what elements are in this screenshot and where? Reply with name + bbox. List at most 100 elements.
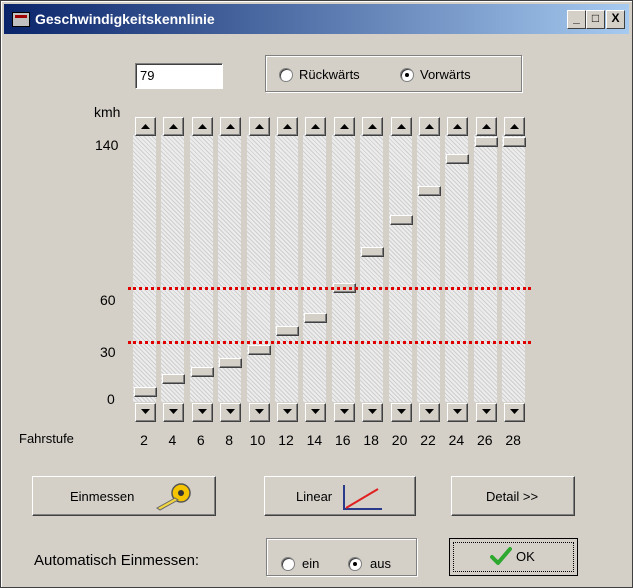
slider-up-button[interactable] <box>333 117 355 136</box>
arrow-up-icon <box>368 124 378 129</box>
speed-value-input[interactable]: 79 <box>135 63 223 89</box>
arrow-down-icon <box>311 409 321 414</box>
app-icon <box>12 12 30 27</box>
x-tick-label: 14 <box>306 432 323 448</box>
arrow-up-icon <box>481 124 491 129</box>
slider-up-button[interactable] <box>447 117 469 136</box>
slider-up-button[interactable] <box>504 117 526 136</box>
radio-auto-aus[interactable] <box>348 557 362 571</box>
arrow-down-icon <box>141 409 150 414</box>
arrow-up-icon <box>510 124 520 129</box>
slider-up-button[interactable] <box>419 117 440 136</box>
slider-up-button[interactable] <box>277 117 298 136</box>
x-tick-label: 2 <box>140 432 148 448</box>
slider-up-button[interactable] <box>305 117 327 136</box>
slider-down-button[interactable] <box>447 403 469 422</box>
arrow-down-icon <box>254 409 264 414</box>
slider-track[interactable] <box>473 134 497 402</box>
slider-down-button[interactable] <box>163 403 185 422</box>
arrow-down-icon <box>510 409 520 414</box>
slider-thumb[interactable] <box>162 374 186 384</box>
slider-up-button[interactable] <box>248 117 270 136</box>
slider-up-button[interactable] <box>163 117 185 136</box>
linear-button[interactable]: Linear <box>264 476 416 516</box>
linear-label: Linear <box>296 489 333 504</box>
slider-down-button[interactable] <box>277 403 298 422</box>
slider-down-button[interactable] <box>390 403 412 422</box>
y-tick-60: 60 <box>100 292 116 308</box>
slider-thumb[interactable] <box>474 137 498 147</box>
slider-thumb[interactable] <box>418 186 441 196</box>
radio-vorwaerts[interactable] <box>400 68 414 82</box>
x-tick-label: 28 <box>505 432 521 448</box>
arrow-down-icon <box>425 409 434 414</box>
slider-up-button[interactable] <box>390 117 412 136</box>
slider-thumb[interactable] <box>304 313 328 323</box>
arrow-down-icon <box>453 409 463 414</box>
check-icon <box>490 546 512 571</box>
slider-up-button[interactable] <box>362 117 384 136</box>
arrow-down-icon <box>197 409 207 414</box>
slider-track[interactable] <box>417 134 440 402</box>
slider-thumb[interactable] <box>190 367 214 377</box>
slider-down-button[interactable] <box>504 403 526 422</box>
ok-button[interactable]: OK <box>449 538 578 576</box>
auto-einmessen-label: Automatisch Einmessen: <box>34 552 200 569</box>
y-unit-label: kmh <box>94 104 121 120</box>
slider-thumb[interactable] <box>276 326 299 336</box>
reference-line <box>128 341 531 344</box>
arrow-up-icon <box>283 124 292 129</box>
x-tick-label: 16 <box>335 432 351 448</box>
arrow-up-icon <box>197 124 207 129</box>
slider-track[interactable] <box>331 134 355 402</box>
slider-down-button[interactable] <box>475 403 497 422</box>
einmessen-button[interactable]: Einmessen <box>32 476 216 516</box>
slider-track[interactable] <box>502 134 526 402</box>
slider-up-button[interactable] <box>191 117 213 136</box>
slider-thumb[interactable] <box>134 387 157 397</box>
slider-thumb[interactable] <box>389 215 413 225</box>
slider-thumb[interactable] <box>361 247 385 257</box>
slider-thumb[interactable] <box>446 154 470 164</box>
slider-track[interactable] <box>161 134 185 402</box>
slider-track[interactable] <box>388 134 412 402</box>
radio-rueckwaerts[interactable] <box>279 68 293 82</box>
slider-down-button[interactable] <box>333 403 355 422</box>
minimize-button[interactable]: _ <box>567 10 586 29</box>
slider-thumb[interactable] <box>219 358 243 368</box>
slider-track[interactable] <box>189 134 213 402</box>
arrow-down-icon <box>368 409 378 414</box>
einmessen-label: Einmessen <box>70 489 135 504</box>
slider-up-button[interactable] <box>220 117 242 136</box>
arrow-down-icon <box>169 409 179 414</box>
y-tick-140: 140 <box>95 137 119 153</box>
radio-vorwaerts-label: Vorwärts <box>420 67 471 82</box>
ok-label: OK <box>516 549 535 564</box>
slider-thumb[interactable] <box>247 345 271 355</box>
detail-button[interactable]: Detail >> <box>451 476 575 516</box>
slider-track[interactable] <box>360 134 384 402</box>
arrow-down-icon <box>283 409 292 414</box>
maximize-button[interactable]: □ <box>586 10 605 29</box>
radio-auto-ein[interactable] <box>281 557 295 571</box>
title-bar[interactable]: Geschwindigkeitskennlinie _ □ X <box>4 4 629 34</box>
slider-track[interactable] <box>303 134 327 402</box>
close-button[interactable]: X <box>606 10 625 29</box>
slider-track[interactable] <box>133 134 156 402</box>
slider-track[interactable] <box>445 134 469 402</box>
x-axis-label: Fahrstufe <box>19 431 74 446</box>
slider-down-button[interactable] <box>305 403 327 422</box>
slider-thumb[interactable] <box>503 137 527 147</box>
slider-track[interactable] <box>275 134 298 402</box>
slider-down-button[interactable] <box>191 403 213 422</box>
window-title: Geschwindigkeitskennlinie <box>35 11 215 27</box>
slider-down-button[interactable] <box>220 403 242 422</box>
slider-up-button[interactable] <box>135 117 156 136</box>
radio-rueckwaerts-label: Rückwärts <box>299 67 360 82</box>
slider-up-button[interactable] <box>475 117 497 136</box>
slider-down-button[interactable] <box>248 403 270 422</box>
slider-down-button[interactable] <box>362 403 384 422</box>
slider-track[interactable] <box>246 134 270 402</box>
slider-down-button[interactable] <box>135 403 156 422</box>
slider-down-button[interactable] <box>419 403 440 422</box>
